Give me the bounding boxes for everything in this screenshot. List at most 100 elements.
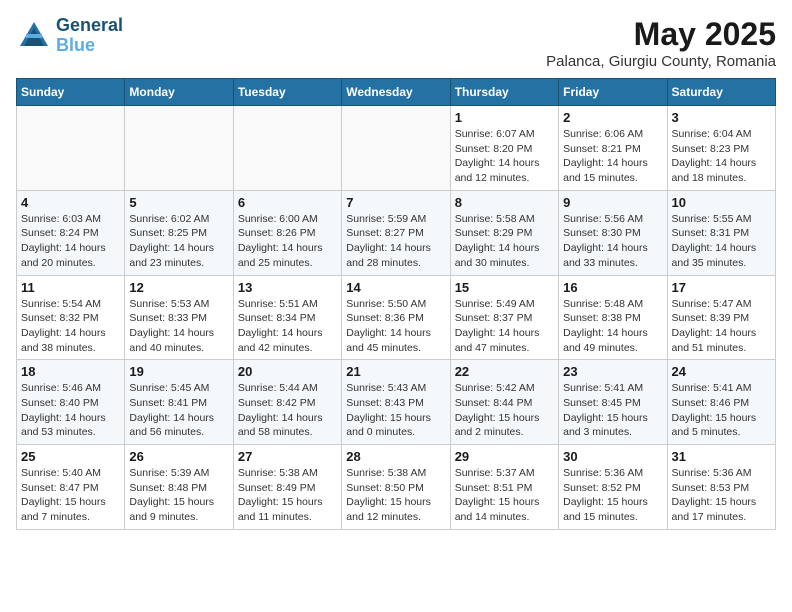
calendar-cell: 25 Sunrise: 5:40 AM Sunset: 8:47 PM Dayli… xyxy=(17,445,125,530)
weekday-header-sunday: Sunday xyxy=(17,79,125,106)
page-header: General Blue May 2025 Palanca, Giurgiu C… xyxy=(16,16,776,70)
calendar-cell: 30Sunrise: 5:36 AM Sunset: 8:52 PM Dayli… xyxy=(559,445,667,530)
calendar-cell: 29 Sunrise: 5:37 AM Sunset: 8:51 PM Dayli… xyxy=(450,445,558,530)
day-number: 28 xyxy=(346,449,445,464)
day-info: Sunrise: 5:54 AM Sunset: 8:32 PM Dayligh… xyxy=(21,297,120,356)
day-info: Sunrise: 5:58 AM Sunset: 8:29 PM Dayligh… xyxy=(455,212,554,271)
day-info: Sunrise: 6:00 AM Sunset: 8:26 PM Dayligh… xyxy=(238,212,337,271)
calendar-cell: 7Sunrise: 5:59 AM Sunset: 8:27 PM Daylig… xyxy=(342,190,450,275)
weekday-header-friday: Friday xyxy=(559,79,667,106)
day-number: 20 xyxy=(238,364,337,379)
day-number: 12 xyxy=(129,280,228,295)
day-number: 26 xyxy=(129,449,228,464)
day-number: 29 xyxy=(455,449,554,464)
calendar-cell: 23Sunrise: 5:41 AM Sunset: 8:45 PM Dayli… xyxy=(559,360,667,445)
day-number: 15 xyxy=(455,280,554,295)
day-number: 10 xyxy=(672,195,771,210)
logo-text: General Blue xyxy=(56,16,123,56)
calendar-cell: 18Sunrise: 5:46 AM Sunset: 8:40 PM Dayli… xyxy=(17,360,125,445)
calendar-cell xyxy=(342,106,450,191)
day-info: Sunrise: 5:38 AM Sunset: 8:49 PM Dayligh… xyxy=(238,466,337,525)
day-number: 17 xyxy=(672,280,771,295)
calendar-cell: 2 Sunrise: 6:06 AM Sunset: 8:21 PM Daylig… xyxy=(559,106,667,191)
day-number: 6 xyxy=(238,195,337,210)
weekday-header-thursday: Thursday xyxy=(450,79,558,106)
day-info: Sunrise: 5:56 AM Sunset: 8:30 PM Dayligh… xyxy=(563,212,662,271)
day-info: Sunrise: 5:59 AM Sunset: 8:27 PM Dayligh… xyxy=(346,212,445,271)
day-number: 19 xyxy=(129,364,228,379)
day-number: 16 xyxy=(563,280,662,295)
day-info: Sunrise: 5:53 AM Sunset: 8:33 PM Dayligh… xyxy=(129,297,228,356)
day-info: Sunrise: 6:06 AM Sunset: 8:21 PM Dayligh… xyxy=(563,127,662,186)
day-info: Sunrise: 5:40 AM Sunset: 8:47 PM Dayligh… xyxy=(21,466,120,525)
calendar-cell: 5 Sunrise: 6:02 AM Sunset: 8:25 PM Daylig… xyxy=(125,190,233,275)
calendar-week-3: 11 Sunrise: 5:54 AM Sunset: 8:32 PM Dayli… xyxy=(17,275,776,360)
calendar-cell xyxy=(17,106,125,191)
day-info: Sunrise: 6:03 AM Sunset: 8:24 PM Dayligh… xyxy=(21,212,120,271)
day-number: 23 xyxy=(563,364,662,379)
calendar-cell: 10 Sunrise: 5:55 AM Sunset: 8:31 PM Dayli… xyxy=(667,190,775,275)
day-info: Sunrise: 5:43 AM Sunset: 8:43 PM Dayligh… xyxy=(346,381,445,440)
day-info: Sunrise: 5:41 AM Sunset: 8:46 PM Dayligh… xyxy=(672,381,771,440)
calendar-cell: 3 Sunrise: 6:04 AM Sunset: 8:23 PM Daylig… xyxy=(667,106,775,191)
calendar-week-5: 25 Sunrise: 5:40 AM Sunset: 8:47 PM Dayli… xyxy=(17,445,776,530)
calendar-cell: 16Sunrise: 5:48 AM Sunset: 8:38 PM Dayli… xyxy=(559,275,667,360)
day-info: Sunrise: 5:51 AM Sunset: 8:34 PM Dayligh… xyxy=(238,297,337,356)
logo: General Blue xyxy=(16,16,123,56)
day-number: 2 xyxy=(563,110,662,125)
calendar-cell: 6 Sunrise: 6:00 AM Sunset: 8:26 PM Daylig… xyxy=(233,190,341,275)
day-info: Sunrise: 5:44 AM Sunset: 8:42 PM Dayligh… xyxy=(238,381,337,440)
day-info: Sunrise: 5:49 AM Sunset: 8:37 PM Dayligh… xyxy=(455,297,554,356)
day-number: 30 xyxy=(563,449,662,464)
calendar-cell xyxy=(233,106,341,191)
day-info: Sunrise: 5:38 AM Sunset: 8:50 PM Dayligh… xyxy=(346,466,445,525)
day-number: 25 xyxy=(21,449,120,464)
calendar-cell: 31 Sunrise: 5:36 AM Sunset: 8:53 PM Dayli… xyxy=(667,445,775,530)
day-info: Sunrise: 5:46 AM Sunset: 8:40 PM Dayligh… xyxy=(21,381,120,440)
month-year: May 2025 xyxy=(546,16,776,53)
calendar-cell: 24Sunrise: 5:41 AM Sunset: 8:46 PM Dayli… xyxy=(667,360,775,445)
weekday-header-wednesday: Wednesday xyxy=(342,79,450,106)
day-number: 3 xyxy=(672,110,771,125)
day-info: Sunrise: 5:42 AM Sunset: 8:44 PM Dayligh… xyxy=(455,381,554,440)
logo-icon xyxy=(16,18,52,54)
day-number: 9 xyxy=(563,195,662,210)
day-info: Sunrise: 5:37 AM Sunset: 8:51 PM Dayligh… xyxy=(455,466,554,525)
calendar-cell: 19 Sunrise: 5:45 AM Sunset: 8:41 PM Dayli… xyxy=(125,360,233,445)
location: Palanca, Giurgiu County, Romania xyxy=(546,53,776,70)
day-info: Sunrise: 5:36 AM Sunset: 8:53 PM Dayligh… xyxy=(672,466,771,525)
calendar-table: SundayMondayTuesdayWednesdayThursdayFrid… xyxy=(16,78,776,530)
day-number: 13 xyxy=(238,280,337,295)
day-info: Sunrise: 6:04 AM Sunset: 8:23 PM Dayligh… xyxy=(672,127,771,186)
day-number: 22 xyxy=(455,364,554,379)
calendar-cell: 26Sunrise: 5:39 AM Sunset: 8:48 PM Dayli… xyxy=(125,445,233,530)
day-number: 11 xyxy=(21,280,120,295)
calendar-cell: 8 Sunrise: 5:58 AM Sunset: 8:29 PM Daylig… xyxy=(450,190,558,275)
day-number: 5 xyxy=(129,195,228,210)
calendar-cell: 1Sunrise: 6:07 AM Sunset: 8:20 PM Daylig… xyxy=(450,106,558,191)
calendar-cell: 15 Sunrise: 5:49 AM Sunset: 8:37 PM Dayli… xyxy=(450,275,558,360)
day-number: 8 xyxy=(455,195,554,210)
calendar-week-2: 4 Sunrise: 6:03 AM Sunset: 8:24 PM Daylig… xyxy=(17,190,776,275)
calendar-cell: 21Sunrise: 5:43 AM Sunset: 8:43 PM Dayli… xyxy=(342,360,450,445)
day-number: 1 xyxy=(455,110,554,125)
calendar-cell: 9 Sunrise: 5:56 AM Sunset: 8:30 PM Daylig… xyxy=(559,190,667,275)
calendar-cell: 4 Sunrise: 6:03 AM Sunset: 8:24 PM Daylig… xyxy=(17,190,125,275)
day-number: 27 xyxy=(238,449,337,464)
day-info: Sunrise: 5:45 AM Sunset: 8:41 PM Dayligh… xyxy=(129,381,228,440)
calendar-cell: 28 Sunrise: 5:38 AM Sunset: 8:50 PM Dayli… xyxy=(342,445,450,530)
calendar-cell: 22 Sunrise: 5:42 AM Sunset: 8:44 PM Dayli… xyxy=(450,360,558,445)
calendar-cell: 17 Sunrise: 5:47 AM Sunset: 8:39 PM Dayli… xyxy=(667,275,775,360)
day-number: 4 xyxy=(21,195,120,210)
day-number: 31 xyxy=(672,449,771,464)
calendar-cell: 27 Sunrise: 5:38 AM Sunset: 8:49 PM Dayli… xyxy=(233,445,341,530)
day-info: Sunrise: 5:47 AM Sunset: 8:39 PM Dayligh… xyxy=(672,297,771,356)
day-number: 14 xyxy=(346,280,445,295)
title-block: May 2025 Palanca, Giurgiu County, Romani… xyxy=(546,16,776,70)
day-info: Sunrise: 6:02 AM Sunset: 8:25 PM Dayligh… xyxy=(129,212,228,271)
calendar-cell: 14Sunrise: 5:50 AM Sunset: 8:36 PM Dayli… xyxy=(342,275,450,360)
calendar-week-1: 1Sunrise: 6:07 AM Sunset: 8:20 PM Daylig… xyxy=(17,106,776,191)
day-info: Sunrise: 5:55 AM Sunset: 8:31 PM Dayligh… xyxy=(672,212,771,271)
calendar-cell: 20 Sunrise: 5:44 AM Sunset: 8:42 PM Dayli… xyxy=(233,360,341,445)
weekday-header-monday: Monday xyxy=(125,79,233,106)
